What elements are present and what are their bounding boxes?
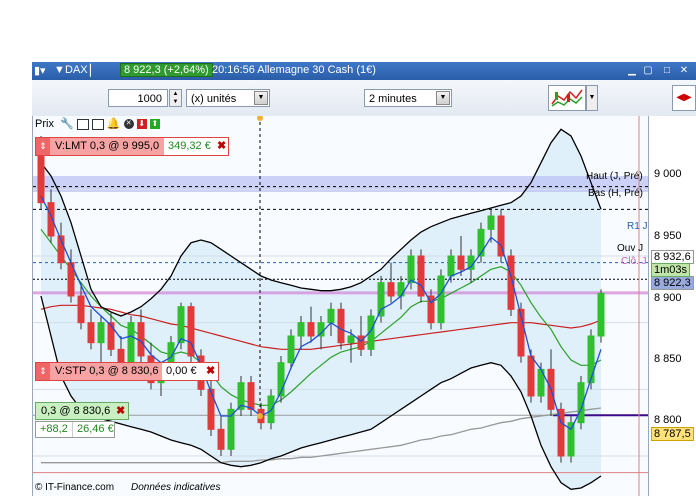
candle-body: [97, 322, 105, 344]
cancel-order-icon[interactable]: ✖: [217, 138, 226, 155]
prix-toolbar: Prix 🔧 🔔 ✕ ⬇ ⬆: [35, 117, 160, 133]
current-price-tag: 8 932,6: [651, 250, 694, 264]
candle-body: [297, 322, 305, 337]
copyright-text: © IT-Finance.com: [35, 482, 115, 493]
unit-select-value: (x) unités: [191, 93, 237, 105]
candle-body: [37, 148, 45, 204]
position-pnl: 26,46 €: [72, 422, 114, 437]
candle-body: [447, 255, 455, 277]
candle-body: [437, 275, 445, 324]
price-chart: [33, 116, 649, 496]
interval-select[interactable]: 2 minutes ▼: [364, 89, 452, 107]
candle-body: [407, 255, 415, 284]
price-change-badge: 8 922,3 (+2,64%): [120, 63, 213, 77]
close-circle-icon[interactable]: ✕: [123, 119, 134, 130]
candle-body: [487, 215, 495, 230]
position-label: 0,3 @ 8 830,6: [41, 405, 111, 417]
disclaimer-text: Données indicatives: [131, 482, 221, 493]
stop-order-box[interactable]: ⇕ V:STP 0,3 @ 8 830,6 0,00 € ✖: [35, 362, 219, 381]
drag-handle-icon[interactable]: ⇕: [36, 138, 50, 155]
candle-body: [77, 295, 85, 324]
candle-body: [217, 428, 225, 450]
restore-icon[interactable]: ▢: [642, 65, 654, 76]
unit-select[interactable]: (x) unités ▼: [186, 89, 270, 107]
level-label-clo: Clô. J: [621, 256, 647, 267]
candle-body: [287, 335, 295, 364]
low-price-tag: 8 787,5: [651, 427, 694, 441]
quantity-stepper[interactable]: ▲ ▼: [169, 89, 182, 107]
chart-toolbar: 1000 ▲ ▼ (x) unités ▼ 2 minutes ▼ ▼ ◀▶: [32, 80, 696, 117]
position-box[interactable]: 0,3 @ 8 830,6 ✖: [35, 402, 129, 420]
candle-body: [107, 322, 115, 350]
candle-body: [347, 335, 355, 344]
candle-body: [387, 282, 395, 297]
candle-body: [247, 382, 255, 410]
candle-body: [87, 322, 95, 344]
limit-order-value: 349,32 €: [168, 140, 211, 152]
candle-body: [597, 292, 605, 337]
chart-plot-area[interactable]: Prix 🔧 🔔 ✕ ⬇ ⬆ ⇕ V:LMT 0,3 @ 9 995,0 349…: [32, 116, 649, 496]
arrow-down-icon[interactable]: ⬇: [136, 119, 147, 130]
y-tick-label: 8 900: [654, 292, 682, 304]
candle-body: [327, 308, 335, 324]
window-menu-icon[interactable]: ▮▾: [34, 64, 46, 77]
limit-order-box[interactable]: ⇕ V:LMT 0,3 @ 9 995,0 349,32 € ✖: [35, 137, 229, 156]
maximize-icon[interactable]: □: [661, 65, 673, 76]
instrument-name[interactable]: DAX: [65, 64, 88, 76]
window-icon[interactable]: [91, 118, 104, 130]
cancel-order-icon[interactable]: ✖: [206, 363, 215, 380]
crosshair-marker-top: [257, 116, 263, 121]
level-label-r1: R1 J: [627, 221, 648, 232]
candle-body: [207, 388, 215, 430]
limit-order-label: V:LMT 0,3 @ 9 995,0: [50, 138, 164, 155]
candle-body: [587, 335, 595, 384]
chart-type-icon[interactable]: [548, 85, 586, 111]
quantity-input[interactable]: 1000: [108, 89, 168, 107]
candle-body: [397, 282, 405, 297]
y-tick-label: 8 850: [654, 353, 682, 365]
close-position-icon[interactable]: ✖: [116, 403, 125, 419]
position-pnl-box: +88,2 26,46 €: [35, 421, 115, 438]
price-axis[interactable]: 9 000 8 950 8 900 8 850 8 800 8 932,6 8 …: [648, 116, 696, 496]
stop-order-label: V:STP 0,3 @ 8 830,6: [50, 363, 162, 380]
level-label-haut: Haut (J, Pré): [586, 171, 643, 182]
toolbar-separator: ▏: [90, 65, 99, 77]
y-tick-label: 8 800: [654, 414, 682, 426]
window-title: 20:16:56 Allemagne 30 Cash (1€): [212, 64, 376, 76]
y-tick-label: 8 950: [654, 230, 682, 242]
prix-label: Prix: [35, 118, 54, 130]
chevron-down-icon[interactable]: ▼: [254, 91, 268, 105]
stop-order-value: 0,00 €: [166, 365, 197, 377]
bell-icon[interactable]: 🔔: [107, 118, 121, 130]
minimize-icon[interactable]: ▁: [626, 65, 638, 76]
level-label-bas: Bas (H, Pré): [588, 188, 644, 199]
dropdown-arrow-icon[interactable]: ▼: [54, 64, 65, 76]
candle-body: [47, 202, 55, 237]
candle-body: [357, 335, 365, 350]
level-label-ouv: Ouv J: [617, 243, 644, 254]
candle-body: [137, 322, 145, 357]
candle-body: [307, 322, 315, 337]
wrench-icon[interactable]: 🔧: [60, 118, 74, 130]
y-tick-label: 9 000: [654, 168, 682, 180]
crosshair-marker-bottom: [257, 413, 263, 419]
chart-settings-icon[interactable]: ◀▶: [672, 85, 696, 111]
close-icon[interactable]: ✕: [678, 65, 690, 76]
interval-select-value: 2 minutes: [369, 93, 417, 105]
chevron-down-icon[interactable]: ▼: [436, 91, 450, 105]
chart-type-dropdown-icon[interactable]: ▼: [586, 85, 598, 111]
drag-handle-icon[interactable]: ⇕: [36, 363, 50, 380]
candle-body: [177, 306, 185, 344]
candle-body: [477, 228, 485, 257]
candle-body: [337, 308, 345, 344]
candle-body: [377, 282, 385, 317]
close-price-tag: 8 922,3: [651, 276, 694, 290]
arrow-up-icon[interactable]: ⬆: [149, 119, 160, 130]
position-points: +88,2: [40, 423, 68, 435]
countdown-tag: 1m03s: [651, 263, 691, 277]
candle-body: [457, 255, 465, 270]
window-title-bar: ▮▾ ▼ DAX ▏ 8 922,3 (+2,64%) 20:16:56 All…: [32, 62, 696, 80]
window-icon[interactable]: [76, 118, 89, 130]
candle-body: [527, 355, 535, 397]
